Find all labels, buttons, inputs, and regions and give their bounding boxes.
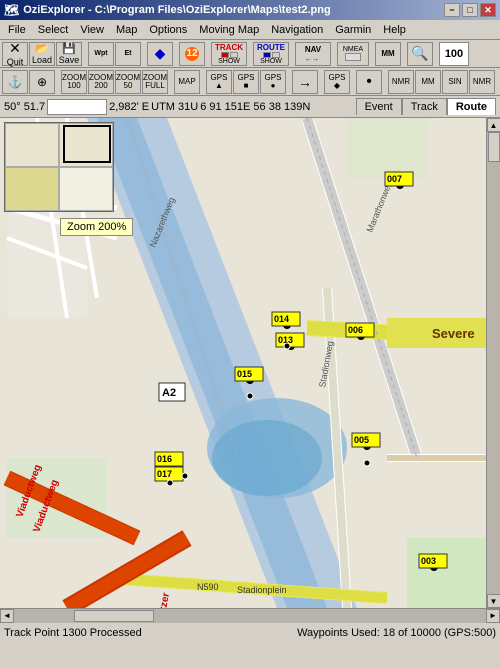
dot-button[interactable]: • [356,70,382,94]
load-button[interactable]: 📂 Load [29,42,55,66]
arrow-button[interactable]: → [292,70,318,94]
nmea-button[interactable]: NMEA [337,42,369,66]
zoom-tooltip: Zoom 200% [60,218,133,236]
tab-event[interactable]: Event [356,98,402,115]
svg-text:005: 005 [354,435,369,445]
scroll-track[interactable] [487,132,500,594]
svg-text:N590: N590 [197,582,219,592]
coordbar: 50° 51.7 2,982' E UTM 31U 6 91 151E 56 3… [0,96,500,118]
coordbar-tabs: Event Track Route [356,98,496,115]
status-left: Track Point 1300 Processed [4,627,142,639]
menu-item-file[interactable]: File [2,22,32,38]
titlebar-controls[interactable]: − □ ✕ [444,3,496,17]
gps4-button[interactable]: GPS◆ [324,70,350,94]
svg-text:017: 017 [157,469,172,479]
toolbar2: ⚓ ⊕ ZOOM100 ZOOM200 ZOOM50 ZOOMFULL MAP … [0,68,500,96]
app-icon: 🗺 [4,3,19,17]
coord-separator [47,99,107,115]
menu-item-view[interactable]: View [74,22,110,38]
zoom100-button[interactable]: ZOOM100 [61,70,87,94]
titlebar: 🗺 OziExplorer - C:\Program Files\OziExpl… [0,0,500,20]
titlebar-left: 🗺 OziExplorer - C:\Program Files\OziExpl… [4,3,331,17]
gps1-button[interactable]: GPS▲ [206,70,232,94]
minimize-button[interactable]: − [444,3,460,17]
scroll-up-button[interactable]: ▲ [487,118,500,132]
sin-button[interactable]: SIN [442,70,468,94]
minimap-cell-1 [5,123,59,167]
menu-item-moving map[interactable]: Moving Map [193,22,265,38]
svg-text:016: 016 [157,454,172,464]
menu-item-navigation[interactable]: Navigation [265,22,329,38]
utm-text: UTM 31U [151,101,198,113]
waypoint-button[interactable]: ◆ [147,42,173,66]
menubar: FileSelectViewMapOptionsMoving MapNaviga… [0,20,500,40]
track-show-button[interactable]: TRACK SHOW [211,42,247,66]
zoom200-button[interactable]: ZOOM200 [88,70,114,94]
menu-item-map[interactable]: Map [110,22,143,38]
tab-route[interactable]: Route [447,98,496,115]
minimap [4,122,114,212]
svg-text:006: 006 [348,325,363,335]
menu-item-help[interactable]: Help [377,22,412,38]
scrollbar-right[interactable]: ▲ ▼ [486,118,500,608]
svg-text:007: 007 [387,174,402,184]
gps3-button[interactable]: GPS● [260,70,286,94]
nmr-button[interactable]: NMR [388,70,414,94]
mm-button[interactable]: MM [375,42,401,66]
titlebar-title: OziExplorer - C:\Program Files\OziExplor… [23,4,330,16]
coord-display: 50° 51.7 2,982' E UTM 31U 6 91 151E 56 3… [4,99,352,115]
minimap-cell-3 [5,167,59,211]
nav-button[interactable]: NAV←→ [295,42,331,66]
minimap-cell-2 [59,123,113,167]
target-button[interactable]: ⊕ [29,70,55,94]
zoom-100-display: 100 [439,42,469,66]
svg-text:A2: A2 [162,387,176,399]
toolbar1: ✕ Quit 📂 Load 💾 Save Wpt Et ◆ 12 TRACK [0,40,500,68]
scroll-right-button[interactable]: ► [486,609,500,623]
quit-button[interactable]: ✕ Quit [2,42,28,66]
scrollbar-bottom[interactable]: ◄ ► [0,608,500,622]
route-show-button[interactable]: ROUTE SHOW [253,42,289,66]
close-button[interactable]: ✕ [480,3,496,17]
svg-text:015: 015 [237,369,252,379]
scroll-down-button[interactable]: ▼ [487,594,500,608]
scroll-left-button[interactable]: ◄ [0,609,14,623]
mm2-button[interactable]: MM [415,70,441,94]
coord-text: 50° 51.7 [4,101,45,113]
svg-text:Stadionplein: Stadionplein [237,585,287,595]
save-button[interactable]: 💾 Save [56,42,82,66]
menu-item-options[interactable]: Options [143,22,193,38]
status-right: Waypoints Used: 18 of 10000 (GPS:500) [297,627,496,639]
menu-item-select[interactable]: Select [32,22,75,38]
wpt-button[interactable]: Wpt [88,42,114,66]
scroll-thumb[interactable] [488,132,500,162]
et-button[interactable]: Et [115,42,141,66]
gps2-button[interactable]: GPS■ [233,70,259,94]
svg-text:014: 014 [274,314,289,324]
zoom-full-button[interactable]: ZOOMFULL [142,70,168,94]
utm-coords: 6 91 151E 56 38 139N [200,101,310,113]
search-button[interactable]: 🔍 [407,42,433,66]
nmr2-button[interactable]: NMR [469,70,495,94]
statusbar: Track Point 1300 Processed Waypoints Use… [0,622,500,642]
svg-text:003: 003 [421,556,436,566]
coord-east: 2,982' E [109,101,149,113]
maximize-button[interactable]: □ [462,3,478,17]
svg-text:Severe: Severe [432,326,475,341]
menu-item-garmin[interactable]: Garmin [329,22,377,38]
minimap-cell-4 [59,167,113,211]
track-number-button[interactable]: 12 [179,42,205,66]
map-button[interactable]: MAP [174,70,200,94]
zoom50-button[interactable]: ZOOM50 [115,70,141,94]
tab-track[interactable]: Track [402,98,447,115]
anchor-button[interactable]: ⚓ [2,70,28,94]
map-container[interactable]: Severe A2 Nazarethweg Marathonw [0,118,500,608]
